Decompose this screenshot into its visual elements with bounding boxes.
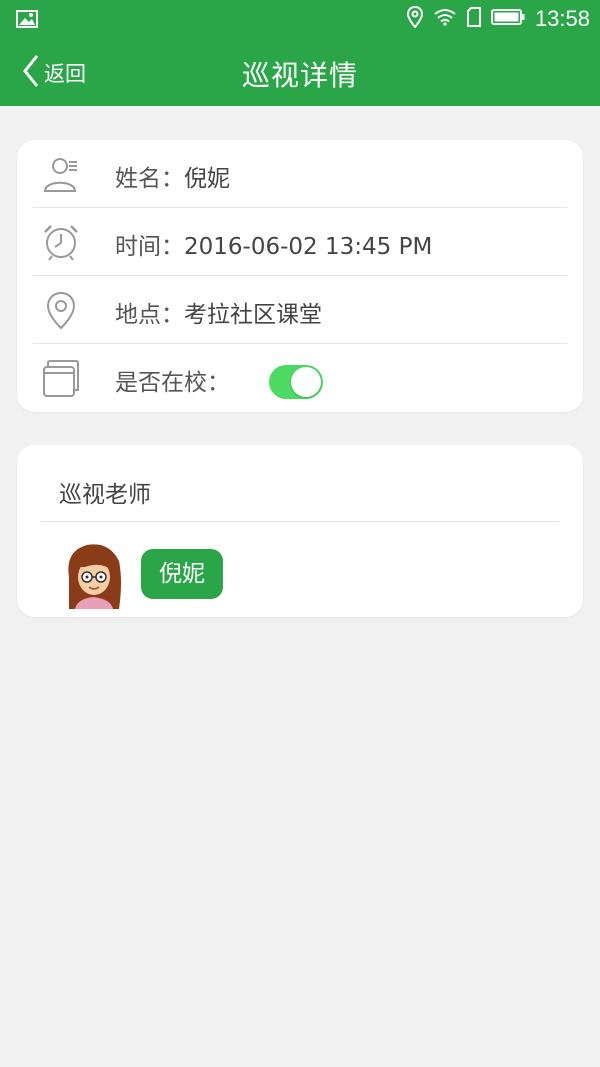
name-value: 倪妮 (184, 166, 230, 192)
time-value: 2016-06-02 13:45 PM (184, 234, 433, 260)
battery-icon (490, 8, 525, 30)
app-header: 13:58 返回 巡视详情 (0, 0, 600, 106)
detail-card: 姓名：倪妮 时间：2016-06-02 13:45 PM 地点：考拉社区课堂 是… (17, 140, 583, 412)
wifi-icon (433, 8, 457, 30)
place-value: 考拉社区课堂 (184, 302, 322, 328)
at-school-row: 是否在校： (33, 344, 567, 412)
location-pin-icon (41, 290, 81, 330)
clock-time: 13:58 (534, 6, 590, 31)
gallery-icon (16, 10, 38, 32)
teacher-name-tag[interactable]: 倪妮 (141, 549, 223, 599)
time-label: 时间： (115, 234, 184, 260)
toggle-knob (291, 367, 321, 397)
nav-bar: 返回 巡视详情 (0, 40, 600, 106)
book-icon (41, 358, 81, 398)
teacher-card: 巡视老师 倪妮 (17, 445, 583, 617)
avatar (61, 537, 125, 609)
alarm-clock-icon (41, 222, 81, 262)
at-school-label: 是否在校： (115, 370, 230, 396)
at-school-toggle[interactable] (269, 365, 323, 399)
name-label: 姓名： (115, 166, 184, 192)
person-icon (41, 154, 81, 194)
sim-icon (466, 7, 481, 31)
location-icon (406, 5, 423, 32)
place-row: 地点：考拉社区课堂 (33, 276, 567, 344)
name-row: 姓名：倪妮 (33, 140, 567, 208)
time-row: 时间：2016-06-02 13:45 PM (33, 208, 567, 276)
teacher-section-title: 巡视老师 (59, 482, 151, 508)
status-bar: 13:58 (0, 0, 600, 40)
divider (41, 521, 559, 522)
page-title: 巡视详情 (241, 59, 358, 92)
place-label: 地点： (115, 302, 184, 328)
